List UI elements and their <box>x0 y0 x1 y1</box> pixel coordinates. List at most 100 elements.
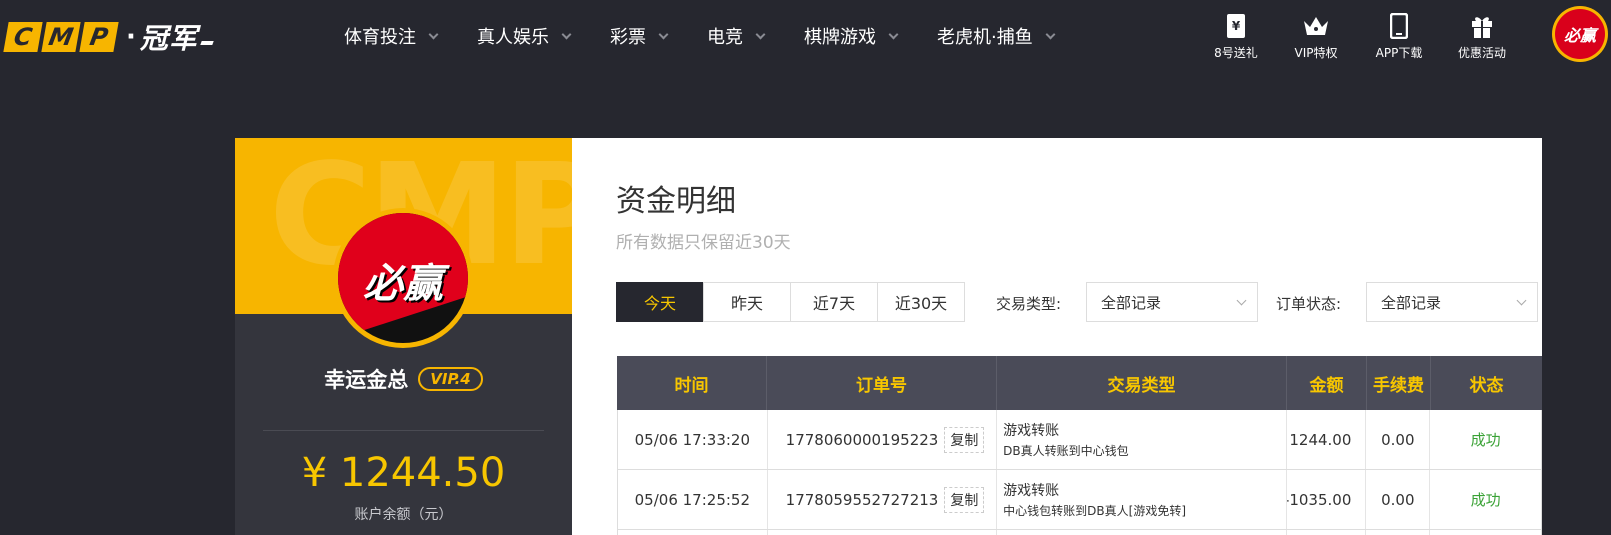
cell-order: 1778060000195223 复制 <box>768 410 998 469</box>
chevron-down-icon <box>888 29 899 39</box>
svg-text:¥: ¥ <box>1232 19 1241 33</box>
tool-promotions[interactable]: 优惠活动 <box>1442 12 1522 61</box>
logo-dash <box>200 41 214 45</box>
logo-letter-c: C <box>3 22 43 52</box>
nav-esports[interactable]: 电竞 <box>707 23 766 49</box>
account-sidebar: CMP 必赢 幸运金总 VIP.4 ¥ 1244.50 账户余额（元） <box>235 138 572 535</box>
chevron-down-icon <box>1236 295 1247 306</box>
transactions-table: 时间 订单号 交易类型 金额 手续费 状态 05/06 17:33:20 177… <box>617 356 1542 535</box>
select-value: 全部记录 <box>1101 293 1162 312</box>
transaction-type-select[interactable]: 全部记录 <box>1086 282 1258 322</box>
avatar-text: 必赢 <box>1563 26 1596 45</box>
nav-card-games[interactable]: 棋牌游戏 <box>804 23 899 49</box>
cell-status: 成功 <box>1470 431 1501 449</box>
nav-live-casino[interactable]: 真人娱乐 <box>477 23 572 49</box>
type-detail: DB真人转账到中心钱包 <box>1003 444 1129 458</box>
tab-yesterday[interactable]: 昨天 <box>703 282 791 322</box>
order-status-label: 订单状态: <box>1276 295 1342 313</box>
order-number: 1778059552727213 <box>785 490 939 509</box>
tab-last-7-days[interactable]: 近7天 <box>790 282 878 322</box>
cell-empty <box>768 530 998 535</box>
profile-avatar-text: 必赢 <box>363 261 443 307</box>
table-row <box>617 530 1542 535</box>
chevron-down-icon <box>1045 29 1056 39</box>
cell-time: 05/06 17:25:52 <box>618 470 768 529</box>
tool-gift-8[interactable]: ¥ 8号送礼 <box>1196 12 1276 61</box>
copy-button[interactable]: 复制 <box>944 426 985 453</box>
cell-status: 成功 <box>1470 491 1501 509</box>
chevron-down-icon <box>428 29 439 39</box>
main-nav: 体育投注 真人娱乐 彩票 电竞 棋牌游戏 老虎机·捕鱼 <box>344 0 1094 72</box>
tool-label: VIP特权 <box>1294 46 1338 60</box>
cell-order: 1778059552727213 复制 <box>768 470 998 529</box>
select-value: 全部记录 <box>1381 293 1442 312</box>
nav-sports[interactable]: 体育投注 <box>344 23 439 49</box>
table-row: 05/06 17:33:20 1778060000195223 复制 游戏转账 … <box>617 410 1542 470</box>
nav-label: 真人娱乐 <box>477 27 549 48</box>
divider <box>263 430 544 431</box>
tool-label: 8号送礼 <box>1214 46 1258 60</box>
chevron-down-icon <box>658 29 669 39</box>
fund-details-panel: 资金明细 所有数据只保留近30天 今天 昨天 近7天 近30天 交易类型: 全部… <box>572 138 1542 535</box>
order-status-select[interactable]: 全部记录 <box>1366 282 1538 322</box>
tab-today[interactable]: 今天 <box>616 282 704 322</box>
order-number: 1778060000195223 <box>785 430 939 449</box>
cell-empty <box>1366 530 1431 535</box>
crown-icon <box>1302 12 1330 40</box>
user-info: 幸运金总 VIP.4 <box>235 364 572 394</box>
account-balance: ¥ 1244.50 <box>301 450 506 496</box>
tool-label: APP下载 <box>1375 46 1423 60</box>
cell-type: 游戏转账 DB真人转账到中心钱包 <box>997 410 1287 469</box>
cell-fee: 0.00 <box>1366 410 1431 469</box>
cell-empty <box>997 530 1287 535</box>
tool-label: 优惠活动 <box>1457 46 1506 60</box>
cell-type: 游戏转账 中心钱包转账到DB真人[游戏免转] <box>997 470 1287 529</box>
col-status: 状态 <box>1469 375 1504 396</box>
logo-dot: · <box>126 22 136 52</box>
col-order: 订单号 <box>767 356 997 410</box>
nav-label: 老虎机·捕鱼 <box>937 27 1033 48</box>
nav-label: 彩票 <box>610 27 646 48</box>
type-main: 游戏转账 <box>1003 423 1060 439</box>
type-main: 游戏转账 <box>1003 483 1060 499</box>
avatar-inner: 必赢 <box>1555 9 1605 59</box>
cell-empty <box>618 530 768 535</box>
chevron-down-icon <box>755 29 766 39</box>
copy-button[interactable]: 复制 <box>944 486 985 513</box>
transaction-type-label: 交易类型: <box>996 295 1062 313</box>
logo-letter-p: P <box>79 22 119 52</box>
vip-badge[interactable]: VIP.4 <box>418 367 483 391</box>
tool-app-download[interactable]: APP下载 <box>1359 12 1439 61</box>
cell-amount: -1035.00 <box>1287 470 1367 529</box>
gift-icon <box>1470 12 1494 40</box>
col-fee: 手续费 <box>1367 356 1431 410</box>
tab-last-30-days[interactable]: 近30天 <box>877 282 965 322</box>
nav-label: 体育投注 <box>344 27 416 48</box>
chevron-down-icon <box>1516 295 1527 306</box>
chevron-down-icon <box>561 29 572 39</box>
cell-amount: 1244.00 <box>1287 410 1367 469</box>
nav-slots-fishing[interactable]: 老虎机·捕鱼 <box>937 23 1056 49</box>
table-header: 时间 订单号 交易类型 金额 手续费 状态 <box>617 356 1542 410</box>
logo-chinese: 冠军 <box>139 22 198 55</box>
cell-time: 05/06 17:33:20 <box>618 410 768 469</box>
cell-empty <box>1430 530 1541 535</box>
cell-fee: 0.00 <box>1366 470 1431 529</box>
col-time: 时间 <box>617 356 767 410</box>
profile-avatar-inner: 必赢 <box>338 213 468 343</box>
top-header: C M P · 冠军 体育投注 真人娱乐 彩票 电竞 棋牌游戏 老虎机·捕鱼 ¥… <box>0 0 1611 72</box>
nav-lottery[interactable]: 彩票 <box>610 23 669 49</box>
username: 幸运金总 <box>324 368 409 392</box>
cell-empty <box>1287 530 1367 535</box>
user-avatar[interactable]: 必赢 <box>1552 6 1608 62</box>
col-type: 交易类型 <box>997 356 1287 410</box>
nav-label: 棋牌游戏 <box>804 27 876 48</box>
profile-avatar[interactable]: 必赢 <box>333 208 473 348</box>
tool-vip[interactable]: VIP特权 <box>1276 12 1356 61</box>
page-subtitle: 所有数据只保留近30天 <box>616 233 791 253</box>
col-amount: 金额 <box>1287 356 1367 410</box>
nav-label: 电竞 <box>707 27 743 48</box>
cmp-logo[interactable]: C M P · 冠军 <box>3 20 214 55</box>
type-detail: 中心钱包转账到DB真人[游戏免转] <box>1003 504 1187 518</box>
phone-icon <box>1390 12 1408 40</box>
